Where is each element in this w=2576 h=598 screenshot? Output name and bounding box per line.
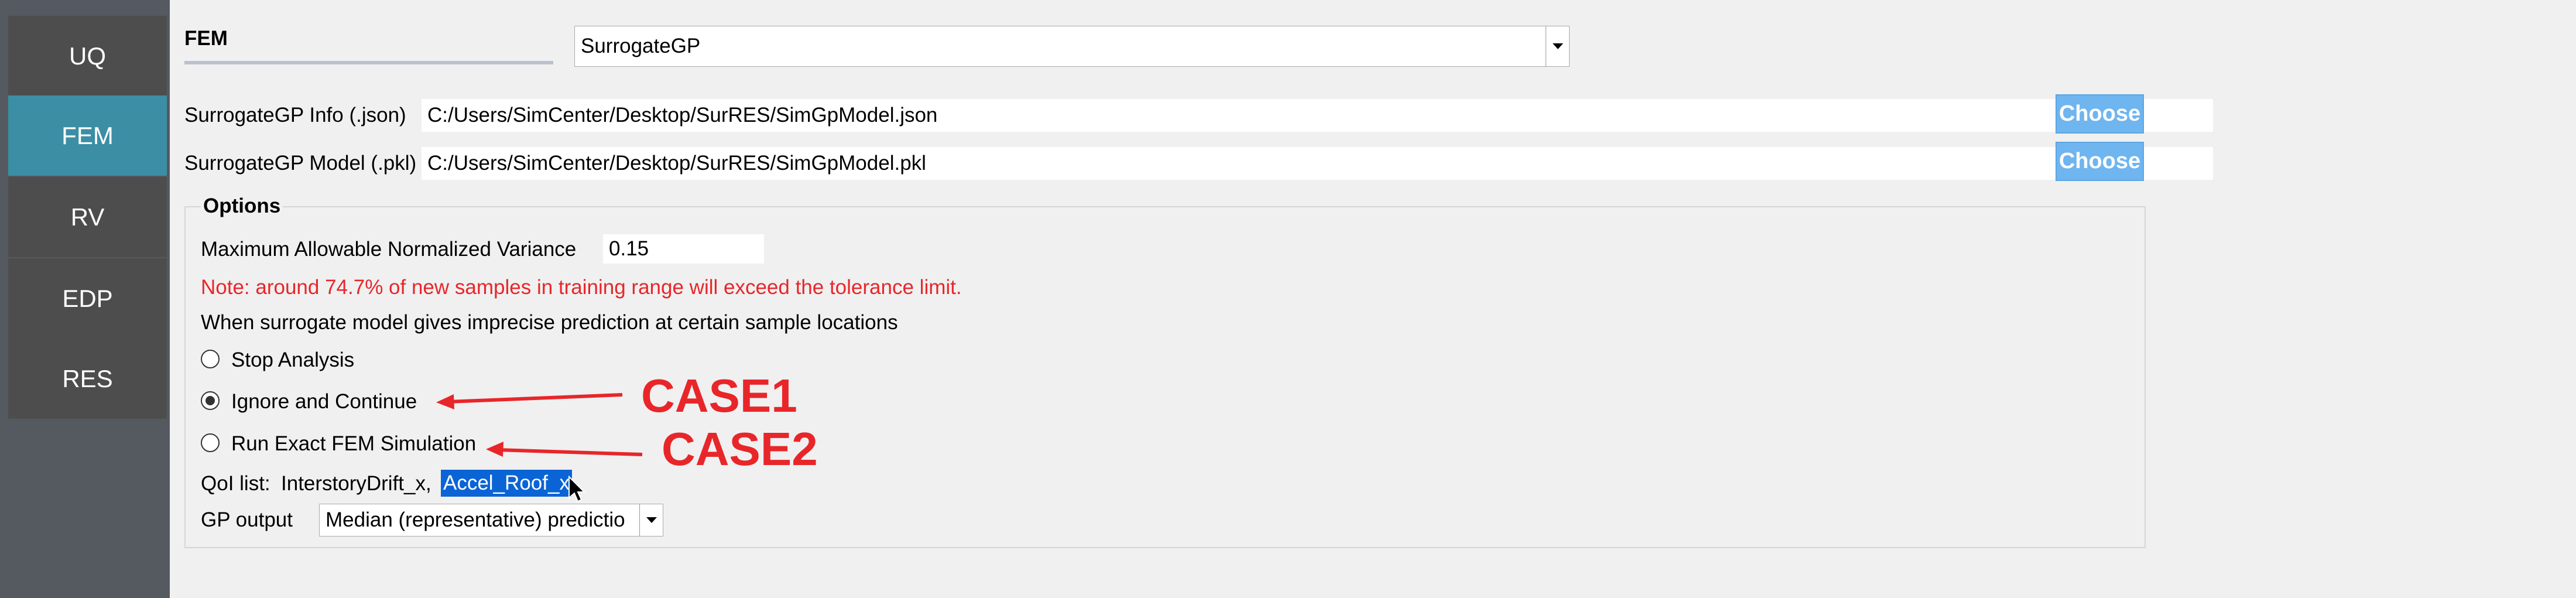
chevron-down-icon[interactable] [1546, 26, 1569, 66]
case1-arrow [447, 393, 623, 404]
sidebar-item-label: RV [70, 203, 105, 231]
sidebar: UQ FEM RV EDP RES [0, 0, 170, 598]
case1-annotation: CASE1 [641, 370, 797, 422]
choose-info-button[interactable]: Choose [2056, 94, 2144, 134]
sidebar-item-label: RES [62, 364, 113, 392]
case2-annotation: CASE2 [662, 423, 818, 475]
sidebar-item-edp[interactable]: EDP [8, 258, 167, 339]
sidebar-item-fem[interactable]: FEM [8, 95, 167, 176]
sidebar-item-label: FEM [61, 121, 114, 149]
main-panel: FEM SurrogateGP SurrogateGP Info (.json)… [170, 0, 2576, 598]
sidebar-item-uq[interactable]: UQ [8, 16, 167, 96]
sidebar-item-res[interactable]: RES [8, 339, 167, 419]
case1-arrowhead [436, 394, 454, 409]
choose-model-button[interactable]: Choose [2056, 142, 2144, 181]
case2-arrowhead [486, 442, 503, 457]
sidebar-item-rv[interactable]: RV [8, 177, 167, 257]
sidebar-item-label: UQ [69, 42, 106, 70]
sidebar-item-label: EDP [62, 284, 113, 312]
case2-arrow [497, 448, 643, 456]
